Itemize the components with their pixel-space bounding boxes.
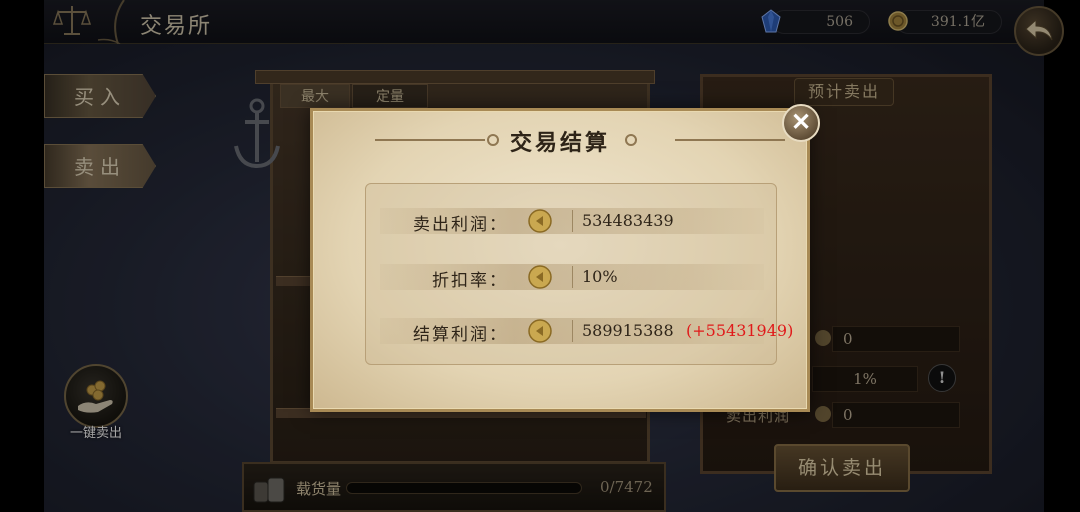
settlement-profit-row: 结算利润： 589915388 (+55431949) [380,318,793,345]
coin-icon [528,265,552,289]
row-label: 卖出利润： [413,215,508,235]
dialog-title: 交易结算 [509,130,610,156]
sell-profit-row: 卖出利润： 534483439 [380,208,764,235]
settlement-results: 卖出利润： 534483439 折扣率： 10% 结算利润： 589915388… [365,183,793,365]
discount-rate-row: 折扣率： 10% [380,264,764,291]
coin-icon [528,209,552,233]
game-scene: 交易所 506 391.1亿 买入 卖出 一键卖出 最大 定量 载货量 0/74… [0,0,1080,512]
settlement-dialog: 交易结算 卖出利润： 534483439 折扣率： 10% 结算利润： 5899… [310,108,810,412]
close-button[interactable]: ✕ [782,104,820,142]
row-value: 534483439 [582,211,674,230]
close-icon: ✕ [790,107,812,136]
title-divider [675,139,785,141]
coin-icon [528,319,552,343]
row-label: 结算利润： [413,325,508,345]
row-value: 589915388 [582,321,674,340]
title-ornament [625,134,637,146]
row-value: 10% [582,267,618,286]
profit-bonus: (+55431949) [686,321,794,340]
row-divider [572,320,573,342]
row-divider [572,210,573,232]
row-label: 折扣率： [432,271,508,291]
row-divider [572,266,573,288]
